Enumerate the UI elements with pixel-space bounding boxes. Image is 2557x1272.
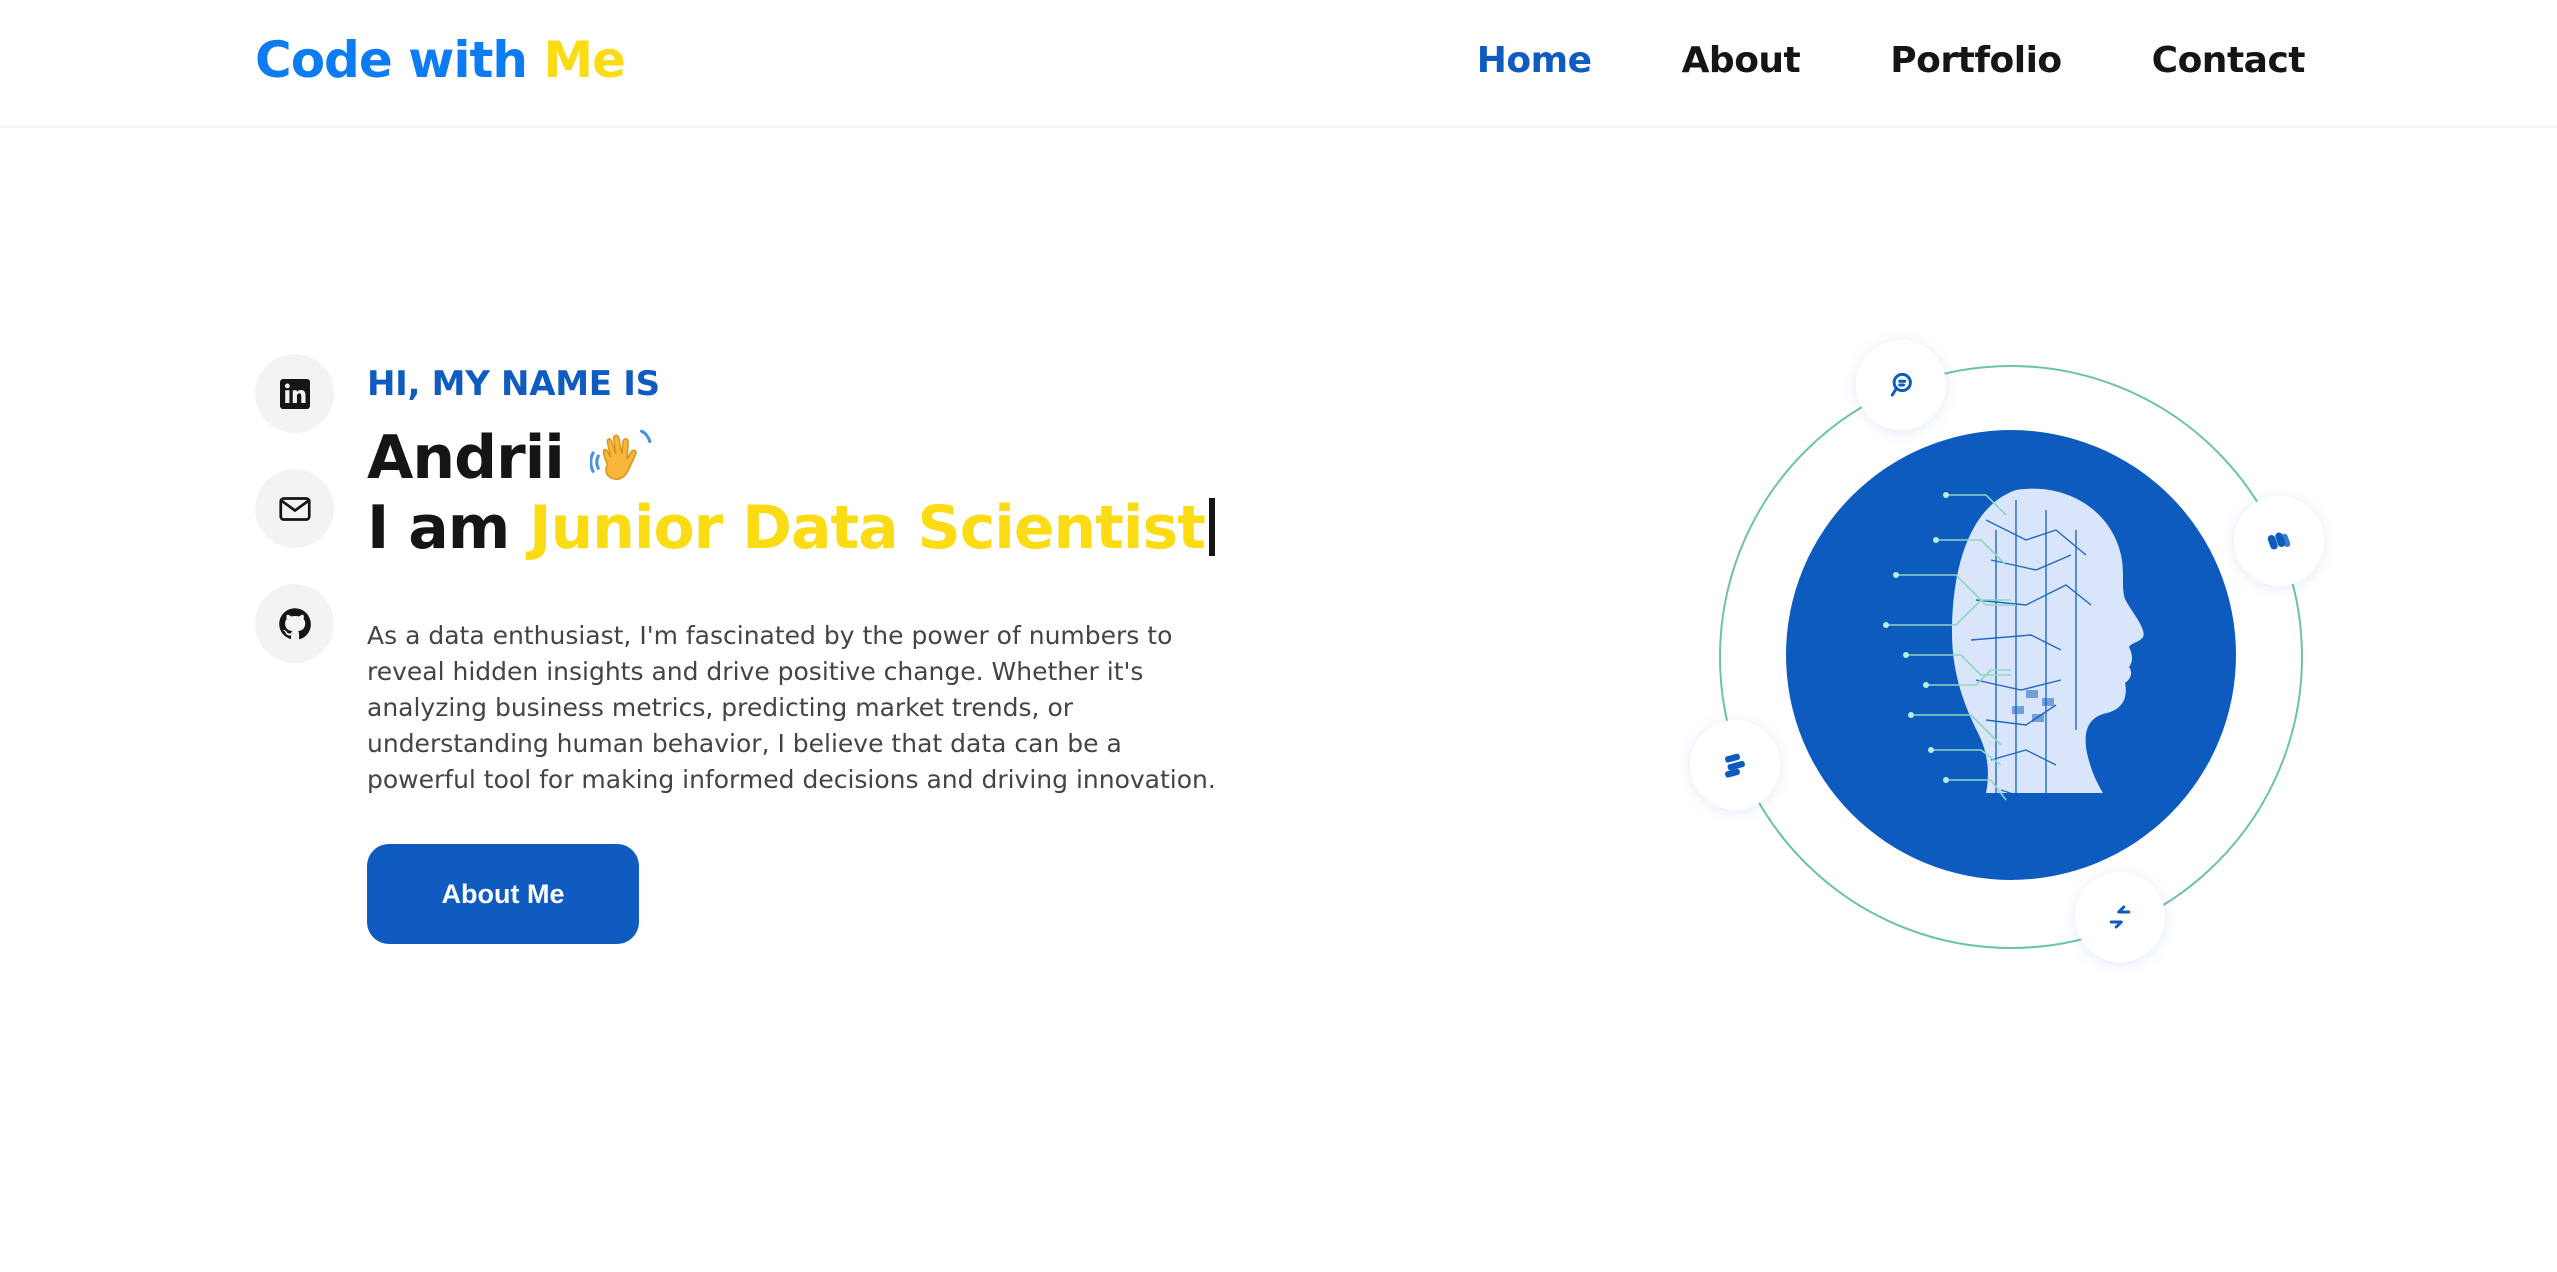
chat-bubble-icon: [1890, 372, 1912, 397]
main-nav: Home About Portfolio Contact: [1477, 36, 2306, 86]
mail-icon: [278, 496, 311, 521]
hero-name: Andrii: [367, 423, 565, 493]
hero-role: Junior Data Scientist: [529, 493, 1206, 563]
code-arrows-icon: [2109, 905, 2131, 929]
orbit-badge-bottom: [2075, 872, 2165, 962]
github-icon: [278, 607, 311, 639]
nav-link-home[interactable]: Home: [1477, 36, 1592, 86]
email-button[interactable]: [255, 469, 334, 548]
nav-link-about[interactable]: About: [1682, 36, 1801, 86]
linkedin-icon: [279, 378, 310, 409]
hero-section: HI, MY NAME IS Andrii I am Junior Data S…: [367, 360, 1267, 944]
typing-cursor: [1208, 498, 1215, 556]
stack-icon: [1725, 753, 1745, 778]
site-header: Code with Me Home About Portfolio Contac…: [0, 0, 2557, 128]
waving-hand-icon: [589, 429, 652, 480]
ai-head-image: [1786, 430, 2236, 880]
hero-description: As a data enthusiast, I'm fascinated by …: [367, 621, 1216, 794]
linkedin-button[interactable]: [255, 354, 334, 433]
hero-role-line: I am Junior Data Scientist: [367, 492, 1267, 564]
ai-head-graphic: [1883, 488, 2144, 820]
orbit-badge-top: [1856, 340, 1946, 430]
logo-text-accent: Me: [543, 31, 626, 89]
social-links: [255, 354, 334, 663]
github-button[interactable]: [255, 584, 334, 663]
layers-icon: [2267, 532, 2291, 550]
hero-greeting: HI, MY NAME IS: [367, 364, 660, 404]
orbit-badge-left: [1690, 720, 1780, 810]
orbit-badge-right: [2234, 496, 2324, 586]
nav-link-portfolio[interactable]: Portfolio: [1890, 36, 2062, 86]
hero-illustration: [1690, 340, 2330, 980]
site-logo[interactable]: Code with Me: [255, 30, 626, 90]
about-me-button[interactable]: About Me: [367, 844, 639, 944]
hero-name-line: Andrii: [367, 422, 1267, 494]
hero-role-prefix: I am: [367, 493, 510, 563]
logo-text-primary: Code with: [255, 31, 528, 89]
nav-link-contact[interactable]: Contact: [2152, 36, 2306, 86]
